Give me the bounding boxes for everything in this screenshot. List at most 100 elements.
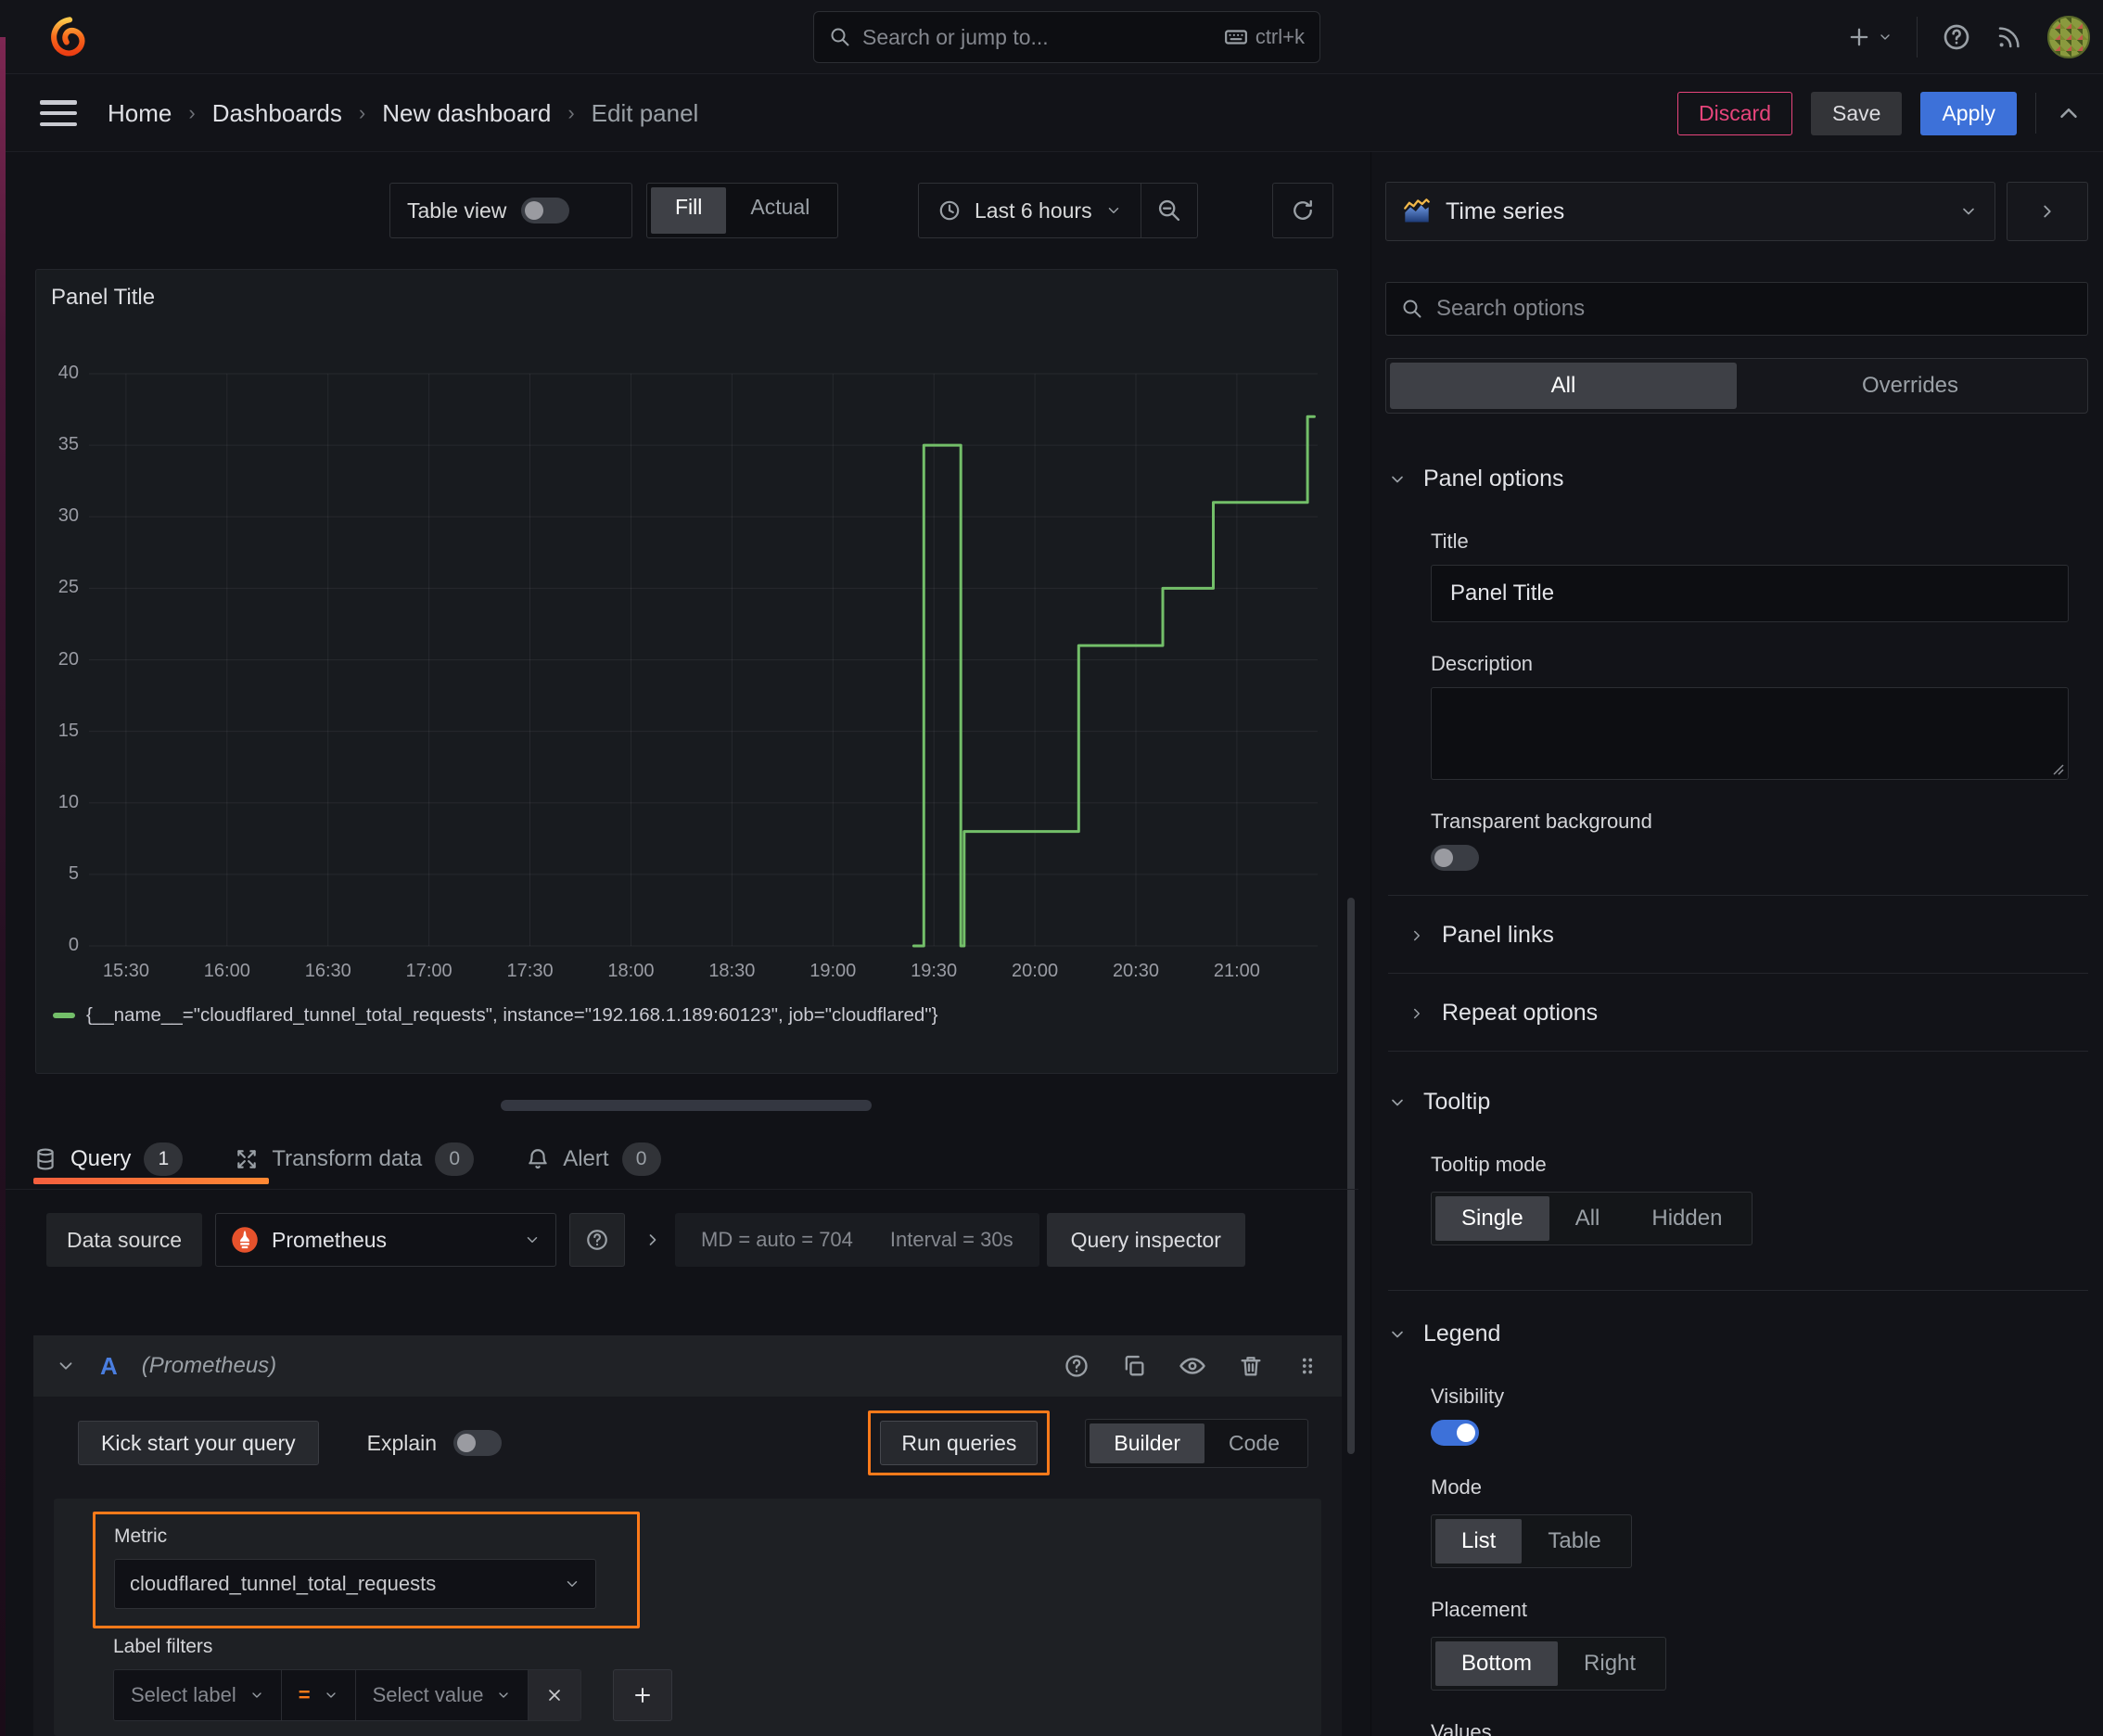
legend-placement-right[interactable]: Right bbox=[1558, 1641, 1662, 1686]
tab-query[interactable]: Query 1 bbox=[33, 1142, 184, 1176]
tooltip-mode-all[interactable]: All bbox=[1549, 1196, 1626, 1241]
bell-icon bbox=[529, 1149, 547, 1169]
save-button[interactable]: Save bbox=[1811, 91, 1903, 135]
legend-placement-bottom[interactable]: Bottom bbox=[1435, 1641, 1559, 1686]
new-menu-button[interactable] bbox=[1846, 24, 1893, 50]
table-view-toggle[interactable] bbox=[521, 198, 570, 223]
legend-visibility-toggle[interactable] bbox=[1431, 1420, 1479, 1446]
add-filter-button[interactable] bbox=[613, 1669, 673, 1721]
grafana-logo[interactable] bbox=[48, 17, 89, 57]
breadcrumb-edit-panel: Edit panel bbox=[591, 98, 699, 127]
topbar-divider bbox=[1917, 17, 1918, 57]
metric-highlight: Metric cloudflared_tunnel_total_requests bbox=[93, 1512, 640, 1628]
tooltip-mode-single[interactable]: Single bbox=[1435, 1196, 1549, 1241]
news-button[interactable] bbox=[1995, 23, 2023, 51]
panel-options-pane: Time series All Overrides Panel options … bbox=[1370, 152, 2103, 1736]
datasource-picker[interactable]: Prometheus bbox=[215, 1213, 557, 1267]
y-tick-label: 40 bbox=[57, 363, 79, 383]
tab-overrides[interactable]: Overrides bbox=[1737, 363, 2084, 409]
time-series-chart[interactable] bbox=[36, 270, 1339, 1075]
panel-options-section-header[interactable]: Panel options bbox=[1388, 466, 2103, 492]
options-search[interactable] bbox=[1385, 282, 2088, 336]
apply-button[interactable]: Apply bbox=[1920, 91, 2017, 135]
eye-icon bbox=[1179, 1358, 1205, 1374]
tooltip-section-header[interactable]: Tooltip bbox=[1388, 1089, 2103, 1116]
y-tick-label: 0 bbox=[68, 935, 79, 955]
nav-bar: Home › Dashboards › New dashboard › Edit… bbox=[0, 74, 2103, 152]
builder-option[interactable]: Builder bbox=[1090, 1423, 1205, 1463]
keyboard-icon bbox=[1224, 30, 1247, 45]
duplicate-query-button[interactable] bbox=[1121, 1353, 1147, 1379]
options-search-input[interactable] bbox=[1436, 296, 2072, 322]
remove-filter-button[interactable] bbox=[529, 1670, 581, 1720]
panel-title-input[interactable] bbox=[1431, 565, 2069, 622]
resize-handle-icon[interactable] bbox=[2051, 762, 2064, 775]
visualization-picker[interactable]: Time series bbox=[1385, 182, 1995, 241]
collapse-options-button[interactable] bbox=[2007, 182, 2088, 241]
run-queries-button[interactable]: Run queries bbox=[880, 1421, 1039, 1465]
breadcrumb-dashboards[interactable]: Dashboards bbox=[212, 99, 342, 128]
breadcrumb-separator: › bbox=[188, 101, 196, 124]
description-textarea[interactable] bbox=[1432, 688, 2068, 779]
select-label-dropdown[interactable]: Select label bbox=[114, 1670, 282, 1720]
discard-button[interactable]: Discard bbox=[1677, 91, 1793, 135]
chevron-down-icon bbox=[1880, 34, 1890, 40]
fill-option[interactable]: Fill bbox=[651, 187, 727, 234]
tab-alert[interactable]: Alert 0 bbox=[526, 1142, 661, 1176]
legend-placement-switch: Bottom Right bbox=[1431, 1637, 1667, 1691]
chevron-down-icon bbox=[252, 1692, 261, 1698]
tooltip-mode-hidden[interactable]: Hidden bbox=[1625, 1196, 1748, 1241]
tab-all[interactable]: All bbox=[1390, 363, 1737, 409]
x-tick-label: 19:30 bbox=[911, 961, 958, 981]
hide-query-button[interactable] bbox=[1179, 1352, 1206, 1380]
select-value-dropdown[interactable]: Select value bbox=[355, 1670, 529, 1720]
user-avatar[interactable] bbox=[2047, 16, 2090, 58]
fill-actual-switch: Fill Actual bbox=[646, 183, 839, 238]
clock-icon bbox=[939, 200, 960, 221]
metric-select[interactable]: cloudflared_tunnel_total_requests bbox=[114, 1559, 596, 1609]
chevron-right-icon bbox=[1414, 1008, 1420, 1018]
table-view-label: Table view bbox=[407, 198, 507, 223]
breadcrumb: Home › Dashboards › New dashboard › Edit… bbox=[108, 74, 698, 152]
global-search-input[interactable] bbox=[862, 24, 1213, 50]
panel-links-section[interactable]: Panel links bbox=[1408, 922, 2103, 949]
query-options-expand[interactable] bbox=[644, 1231, 662, 1249]
breadcrumb-new-dashboard[interactable]: New dashboard bbox=[382, 99, 551, 128]
actual-option[interactable]: Actual bbox=[726, 187, 834, 234]
metric-label: Metric bbox=[114, 1525, 168, 1547]
query-row-header[interactable]: A (Prometheus) bbox=[33, 1335, 1342, 1397]
kick-start-button[interactable]: Kick start your query bbox=[78, 1421, 319, 1465]
legend-section-header[interactable]: Legend bbox=[1388, 1321, 2103, 1347]
breadcrumb-home[interactable]: Home bbox=[108, 99, 172, 128]
legend-mode-table[interactable]: Table bbox=[1522, 1519, 1626, 1564]
delete-query-button[interactable] bbox=[1238, 1353, 1264, 1379]
chevron-right-icon bbox=[1414, 930, 1420, 940]
datasource-help-button[interactable] bbox=[569, 1213, 626, 1267]
collapse-header-button[interactable] bbox=[2055, 99, 2083, 127]
y-tick-label: 25 bbox=[57, 577, 79, 598]
transparent-background-label: Transparent background bbox=[1431, 810, 1652, 833]
description-label: Description bbox=[1431, 652, 1534, 675]
chart-legend-item[interactable]: {__name__="cloudflared_tunnel_total_requ… bbox=[53, 1004, 937, 1027]
help-button[interactable] bbox=[1942, 22, 1971, 52]
tab-alert-label: Alert bbox=[563, 1146, 609, 1171]
global-search[interactable]: ctrl+k bbox=[813, 11, 1320, 63]
query-options-summary[interactable]: MD = auto = 704 Interval = 30s bbox=[675, 1213, 1039, 1267]
operator-dropdown[interactable]: = bbox=[281, 1670, 356, 1720]
code-option[interactable]: Code bbox=[1204, 1423, 1304, 1463]
refresh-button[interactable] bbox=[1272, 183, 1333, 238]
drag-query-handle[interactable] bbox=[1295, 1354, 1319, 1378]
repeat-options-section[interactable]: Repeat options bbox=[1408, 1000, 2103, 1027]
query-help-button[interactable] bbox=[1064, 1353, 1090, 1379]
query-inspector-button[interactable]: Query inspector bbox=[1046, 1213, 1245, 1267]
x-tick-label: 20:00 bbox=[1012, 961, 1059, 981]
transparent-background-toggle[interactable] bbox=[1431, 845, 1479, 871]
time-range-picker[interactable]: Last 6 hours bbox=[919, 184, 1141, 237]
legend-mode-list[interactable]: List bbox=[1435, 1519, 1523, 1564]
pane-resize-handle[interactable] bbox=[501, 1100, 872, 1111]
zoom-out-button[interactable] bbox=[1140, 184, 1197, 237]
explain-toggle[interactable] bbox=[453, 1430, 503, 1456]
query-ref-id[interactable]: A bbox=[100, 1352, 118, 1381]
menu-toggle-button[interactable] bbox=[40, 96, 77, 130]
tab-transform-data[interactable]: Transform data 0 bbox=[235, 1142, 475, 1176]
